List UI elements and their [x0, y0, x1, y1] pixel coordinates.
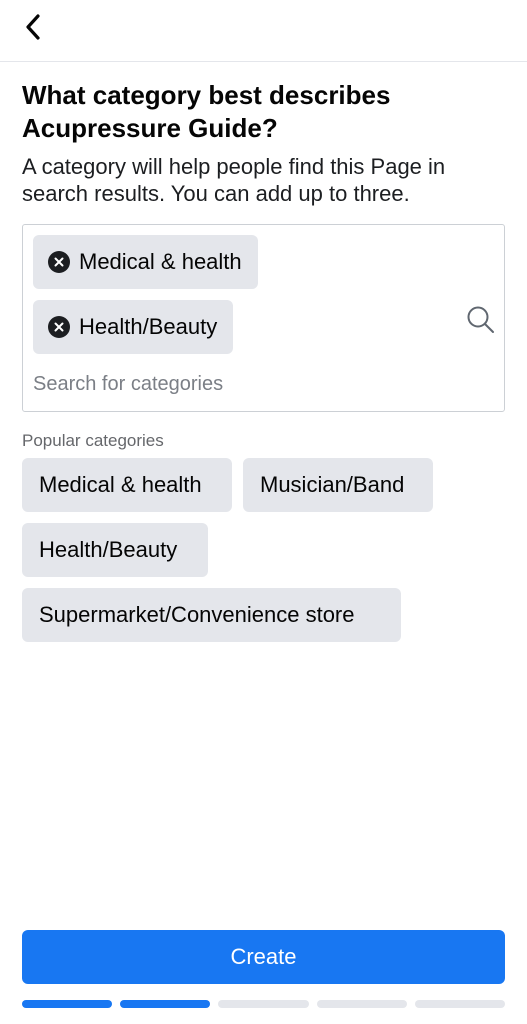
popular-chip[interactable]: Health/Beauty: [22, 523, 208, 577]
progress-segment: [120, 1000, 211, 1008]
search-icon[interactable]: [466, 305, 496, 335]
chevron-left-icon: [26, 14, 40, 40]
category-search-box[interactable]: Medical & health Health/Beauty: [22, 224, 505, 412]
screen: What category best describes Acupressure…: [0, 0, 527, 1024]
selected-chip[interactable]: Medical & health: [33, 235, 258, 289]
back-button[interactable]: [16, 10, 50, 44]
selected-chip[interactable]: Health/Beauty: [33, 300, 234, 354]
search-input[interactable]: [33, 369, 453, 399]
page-subtitle: A category will help people find this Pa…: [22, 154, 446, 206]
create-button[interactable]: Create: [22, 930, 505, 984]
page-title: What category best describes Acupressure…: [22, 80, 391, 143]
progress-segment: [22, 1000, 113, 1008]
selected-chip-label: Health/Beauty: [79, 314, 218, 339]
progress-segment: [218, 1000, 309, 1008]
popular-categories-label: Popular categories: [22, 431, 164, 450]
selected-chip-label: Medical & health: [79, 249, 242, 274]
close-circle-icon[interactable]: [48, 316, 70, 338]
popular-chip[interactable]: Medical & health: [22, 458, 232, 512]
progress-segment: [316, 1000, 407, 1008]
progress-segment: [414, 1000, 505, 1008]
popular-chip[interactable]: Musician/Band: [243, 458, 433, 512]
popular-chip[interactable]: Supermarket/Convenience store: [22, 588, 401, 642]
close-circle-icon[interactable]: [48, 251, 70, 273]
progress-indicator: [22, 1000, 505, 1009]
top-bar: [0, 0, 527, 62]
